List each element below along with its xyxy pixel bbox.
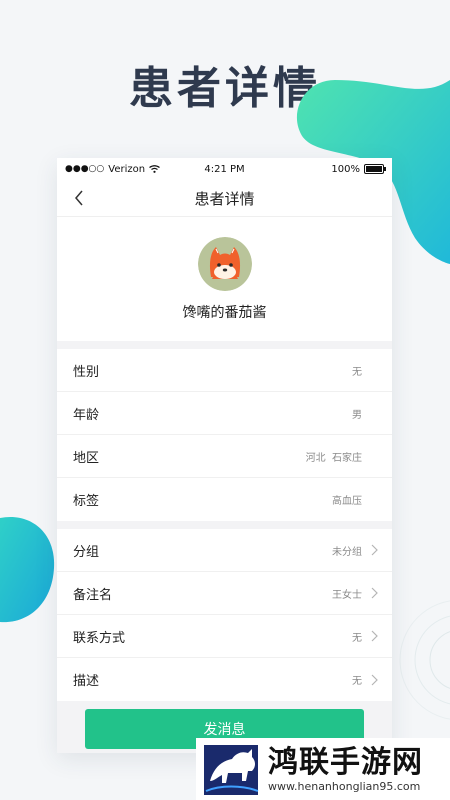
row-gender: 性别 无 <box>57 349 392 392</box>
row-value: 高血压 <box>332 496 362 507</box>
wifi-icon <box>149 165 160 173</box>
row-description[interactable]: 描述 无 <box>57 658 392 701</box>
row-label: 联系方式 <box>73 630 126 646</box>
watermark-url: www.henanhonglian95.com <box>268 779 421 793</box>
avatar[interactable] <box>197 237 252 291</box>
row-label: 性别 <box>73 364 100 380</box>
row-tags: 标签 高血压 <box>57 478 392 521</box>
row-value: 无 <box>352 366 362 378</box>
chevron-left-icon <box>75 190 83 206</box>
row-label: 地区 <box>73 450 100 466</box>
row-group[interactable]: 分组 未分组 <box>57 529 392 572</box>
row-label: 备注名 <box>73 587 113 603</box>
row-value: 无 <box>352 632 362 644</box>
nav-bar: 患者详情 <box>57 180 392 217</box>
patient-nickname: 馋嘴的番茄酱 <box>182 305 267 321</box>
row-label: 描述 <box>73 674 100 689</box>
bull-logo-icon <box>204 745 259 795</box>
signal-icon: ●●●○○ <box>65 164 105 174</box>
nav-title: 患者详情 <box>194 189 255 208</box>
row-region: 地区 河北 石家庄 <box>57 435 392 478</box>
info-section: 性别 无 年龄 男 地区 河北 石家庄 标签 高血压 <box>57 349 392 521</box>
chevron-right-icon <box>371 544 378 556</box>
chevron-right-icon <box>371 674 378 685</box>
row-value: 河北 石家庄 <box>305 452 362 464</box>
row-label: 年龄 <box>73 407 100 423</box>
row-label: 标签 <box>73 494 100 509</box>
decorative-blob-left <box>0 516 55 623</box>
row-value: 男 <box>352 409 362 421</box>
chevron-right-icon <box>371 587 378 599</box>
section-divider <box>57 521 392 529</box>
row-value: 无 <box>352 676 362 687</box>
section-divider <box>57 341 392 349</box>
battery-icon <box>364 164 386 174</box>
watermark: 鸿联手游网 www.henanhonglian95.com <box>196 738 450 800</box>
phone-screen: ●●●○○ Verizon 4:21 PM 100% 患者详情 馋嘴的番茄酱 性… <box>57 158 392 753</box>
row-age: 年龄 男 <box>57 392 392 435</box>
row-contact[interactable]: 联系方式 无 <box>57 615 392 658</box>
fox-avatar-icon <box>197 237 252 291</box>
carrier-name: Verizon <box>108 163 146 175</box>
battery-percent: 100% <box>331 163 360 175</box>
manage-section: 分组 未分组 备注名 王女士 联系方式 无 描述 无 <box>57 529 392 701</box>
status-bar: ●●●○○ Verizon 4:21 PM 100% <box>57 158 392 180</box>
row-value: 未分组 <box>332 546 362 558</box>
row-label: 分组 <box>73 544 100 560</box>
back-button[interactable] <box>67 186 91 210</box>
row-value: 王女士 <box>332 589 362 601</box>
profile-header: 馋嘴的番茄酱 <box>57 217 392 341</box>
chevron-right-icon <box>371 630 378 642</box>
watermark-title: 鸿联手游网 <box>268 744 423 780</box>
row-remark-name[interactable]: 备注名 王女士 <box>57 572 392 615</box>
